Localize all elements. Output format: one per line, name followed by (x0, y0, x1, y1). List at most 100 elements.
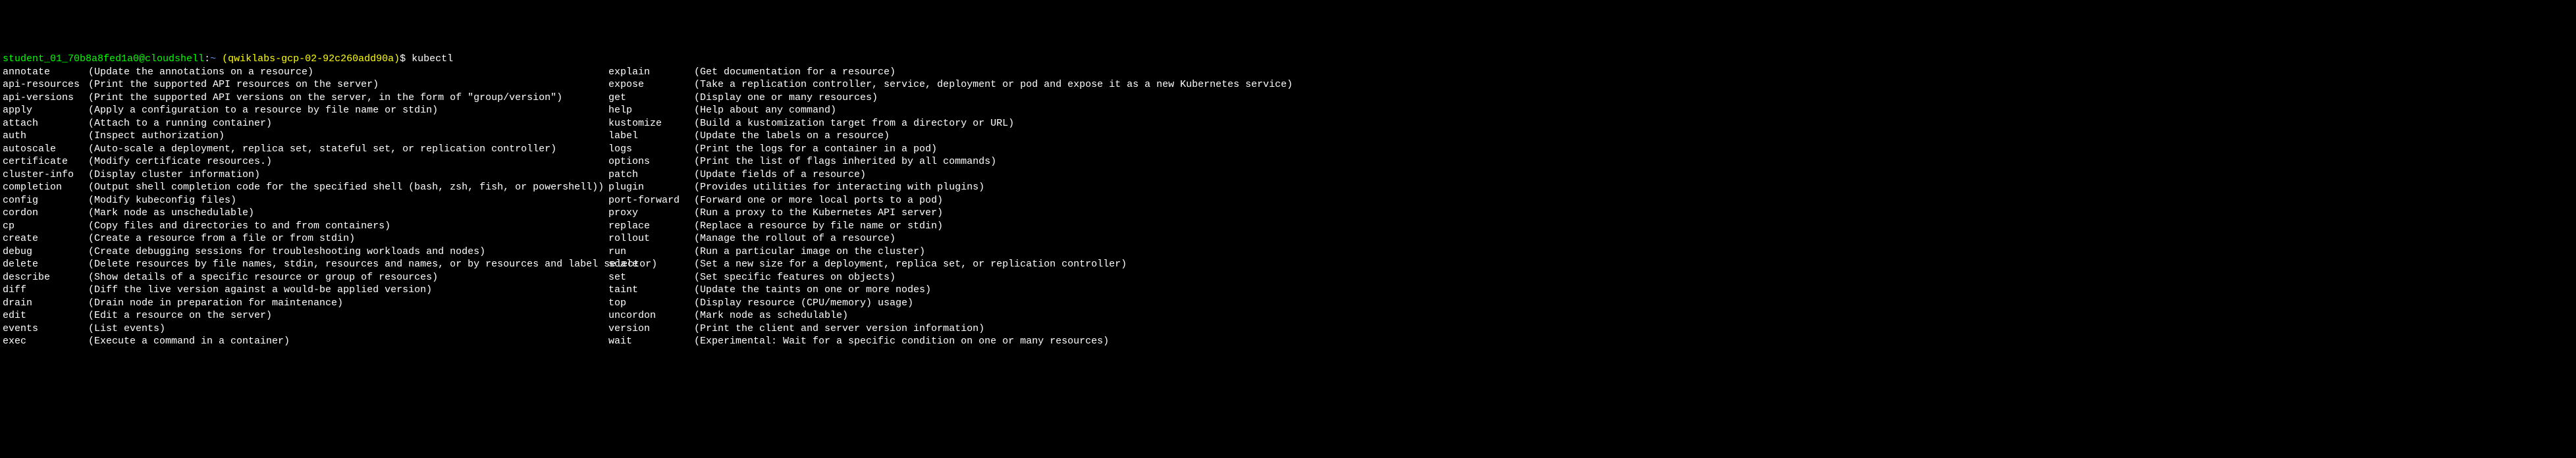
completion-command-name: scale (608, 258, 694, 271)
completion-item[interactable]: label (Update the labels on a resource) (608, 130, 1214, 143)
completion-command-desc: (Auto-scale a deployment, replica set, s… (88, 143, 608, 156)
completion-command-name: wait (608, 335, 694, 348)
completion-command-name: rollout (608, 232, 694, 245)
completion-item[interactable]: patch (Update fields of a resource) (608, 168, 1214, 182)
completion-command-desc: (Delete resources by file names, stdin, … (88, 258, 657, 271)
completion-command-desc: (Execute a command in a container) (88, 335, 608, 348)
completion-command-desc: (Inspect authorization) (88, 130, 608, 143)
completion-item[interactable]: rollout (Manage the rollout of a resourc… (608, 232, 1214, 245)
completion-item[interactable]: set (Set specific features on objects) (608, 271, 1214, 284)
completion-item[interactable]: delete (Delete resources by file names, … (3, 258, 608, 271)
completion-item[interactable]: options (Print the list of flags inherit… (608, 155, 1214, 168)
completion-column-right: explain (Get documentation for a resourc… (608, 66, 1214, 348)
completion-item[interactable]: completion (Output shell completion code… (3, 181, 608, 194)
completion-item[interactable]: port-forward (Forward one or more local … (608, 194, 1214, 207)
completion-command-name: cordon (3, 207, 88, 220)
completion-command-desc: (Help about any command) (694, 104, 1214, 117)
completion-command-name: proxy (608, 207, 694, 220)
shell-prompt[interactable]: student_01_70b8a8fed1a0@cloudshell:~ (qw… (3, 53, 453, 64)
completion-command-desc: (Apply a configuration to a resource by … (88, 104, 608, 117)
completion-item[interactable]: config (Modify kubeconfig files) (3, 194, 608, 207)
completion-item[interactable]: cluster-info (Display cluster informatio… (3, 168, 608, 182)
completion-command-name: set (608, 271, 694, 284)
completion-column-left: annotate (Update the annotations on a re… (3, 66, 608, 348)
completion-item[interactable]: apply (Apply a configuration to a resour… (3, 104, 608, 117)
completion-item[interactable]: cp (Copy files and directories to and fr… (3, 220, 608, 233)
completion-item[interactable]: create (Create a resource from a file or… (3, 232, 608, 245)
completion-item[interactable]: exec (Execute a command in a container) (3, 335, 608, 348)
completion-command-name: options (608, 155, 694, 168)
completion-command-desc: (Provides utilities for interacting with… (694, 181, 1214, 194)
completion-item[interactable]: top (Display resource (CPU/memory) usage… (608, 297, 1214, 310)
completion-command-desc: (Experimental: Wait for a specific condi… (694, 335, 1214, 348)
completion-item[interactable]: attach (Attach to a running container) (3, 117, 608, 130)
completion-command-name: uncordon (608, 309, 694, 322)
completion-command-desc: (Mark node as schedulable) (694, 309, 1214, 322)
completion-command-name: cluster-info (3, 168, 88, 182)
completion-item[interactable]: auth (Inspect authorization) (3, 130, 608, 143)
completion-command-name: create (3, 232, 88, 245)
completion-command-desc: (Display resource (CPU/memory) usage) (694, 297, 1214, 310)
completion-item[interactable]: api-resources (Print the supported API r… (3, 78, 608, 91)
completion-item[interactable]: autoscale (Auto-scale a deployment, repl… (3, 143, 608, 156)
completion-item[interactable]: expose (Take a replication controller, s… (608, 78, 1214, 91)
completion-item[interactable]: explain (Get documentation for a resourc… (608, 66, 1214, 79)
completion-command-name: events (3, 322, 88, 336)
completion-command-desc: (Take a replication controller, service,… (694, 78, 1293, 91)
completion-command-name: diff (3, 284, 88, 297)
completion-item[interactable]: wait (Experimental: Wait for a specific … (608, 335, 1214, 348)
completion-item[interactable]: replace (Replace a resource by file name… (608, 220, 1214, 233)
completion-command-name: label (608, 130, 694, 143)
completion-command-desc: (Build a kustomization target from a dir… (694, 117, 1214, 130)
completion-command-desc: (Get documentation for a resource) (694, 66, 1214, 79)
completion-item[interactable]: scale (Set a new size for a deployment, … (608, 258, 1214, 271)
completion-item[interactable]: taint (Update the taints on one or more … (608, 284, 1214, 297)
completion-command-name: edit (3, 309, 88, 322)
completion-command-name: patch (608, 168, 694, 182)
completion-command-desc: (Display one or many resources) (694, 91, 1214, 105)
completion-item[interactable]: plugin (Provides utilities for interacti… (608, 181, 1214, 194)
completion-command-name: exec (3, 335, 88, 348)
completion-item[interactable]: get (Display one or many resources) (608, 91, 1214, 105)
completion-item[interactable]: diff (Diff the live version against a wo… (3, 284, 608, 297)
completion-command-desc: (List events) (88, 322, 608, 336)
completion-item[interactable]: debug (Create debugging sessions for tro… (3, 245, 608, 259)
completion-item[interactable]: version (Print the client and server ver… (608, 322, 1214, 336)
completion-command-name: expose (608, 78, 694, 91)
completion-command-name: drain (3, 297, 88, 310)
completion-item[interactable]: events (List events) (3, 322, 608, 336)
completion-command-desc: (Copy files and directories to and from … (88, 220, 608, 233)
completion-command-desc: (Display cluster information) (88, 168, 608, 182)
completion-command-desc: (Run a particular image on the cluster) (694, 245, 1214, 259)
completion-item[interactable]: api-versions (Print the supported API ve… (3, 91, 608, 105)
completion-item[interactable]: proxy (Run a proxy to the Kubernetes API… (608, 207, 1214, 220)
completion-command-name: api-versions (3, 91, 88, 105)
completion-command-name: autoscale (3, 143, 88, 156)
completion-item[interactable]: cordon (Mark node as unschedulable) (3, 207, 608, 220)
completion-command-desc: (Create a resource from a file or from s… (88, 232, 608, 245)
completion-item[interactable]: certificate (Modify certificate resource… (3, 155, 608, 168)
completion-item[interactable]: logs (Print the logs for a container in … (608, 143, 1214, 156)
completion-item[interactable]: run (Run a particular image on the clust… (608, 245, 1214, 259)
completion-command-name: attach (3, 117, 88, 130)
completion-command-desc: (Print the supported API versions on the… (88, 91, 608, 105)
prompt-dollar: $ (400, 53, 406, 64)
completion-command-name: plugin (608, 181, 694, 194)
completion-item[interactable]: help (Help about any command) (608, 104, 1214, 117)
completion-command-desc: (Forward one or more local ports to a po… (694, 194, 1214, 207)
prompt-project: (qwiklabs-gcp-02-92c260add90a) (222, 53, 400, 64)
completion-command-desc: (Drain node in preparation for maintenan… (88, 297, 608, 310)
completion-item[interactable]: kustomize (Build a kustomization target … (608, 117, 1214, 130)
completion-item[interactable]: describe (Show details of a specific res… (3, 271, 608, 284)
completion-command-name: auth (3, 130, 88, 143)
completion-item[interactable]: uncordon (Mark node as schedulable) (608, 309, 1214, 322)
completion-item[interactable]: drain (Drain node in preparation for mai… (3, 297, 608, 310)
completion-command-name: annotate (3, 66, 88, 79)
completion-command-desc: (Replace a resource by file name or stdi… (694, 220, 1214, 233)
completion-command-name: get (608, 91, 694, 105)
completion-command-desc: (Print the supported API resources on th… (88, 78, 608, 91)
completion-command-desc: (Edit a resource on the server) (88, 309, 608, 322)
completion-command-desc: (Modify kubeconfig files) (88, 194, 608, 207)
completion-item[interactable]: annotate (Update the annotations on a re… (3, 66, 608, 79)
completion-item[interactable]: edit (Edit a resource on the server) (3, 309, 608, 322)
